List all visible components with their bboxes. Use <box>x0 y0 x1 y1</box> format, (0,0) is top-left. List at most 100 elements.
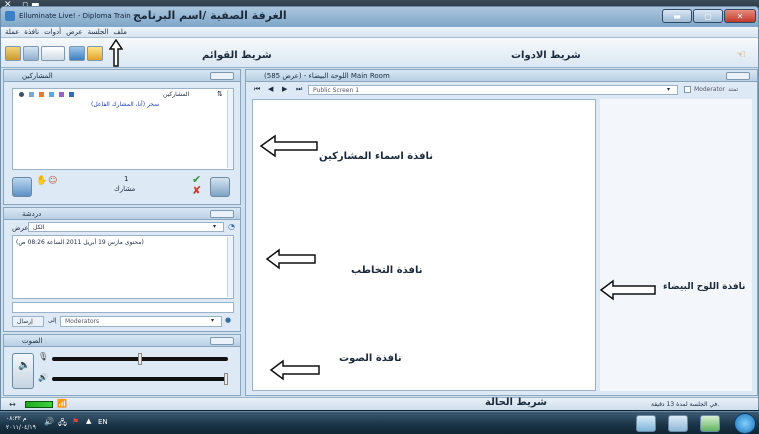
minimize-icon: ▬ <box>673 11 681 21</box>
participants-window-label: نافذة اسماء المشاركين <box>319 151 434 162</box>
send-button[interactable]: إرسال <box>12 316 44 327</box>
close-button[interactable]: ✕ <box>724 9 756 23</box>
tool-icon-1[interactable] <box>5 46 21 61</box>
tools-bar-label: شريط الادوات <box>511 50 581 61</box>
volume-tray-icon[interactable]: 🔊 <box>44 417 54 426</box>
screen-name: Public Screen 1 <box>313 87 360 94</box>
whiteboard-panel: اللوحة البيضاء - (عرض 585) Main Room ⏮ ◀… <box>245 69 758 396</box>
tool-icon-4[interactable] <box>69 46 85 61</box>
chat-scrollbar[interactable] <box>227 237 233 297</box>
whiteboard-icon <box>49 92 54 97</box>
next-screen-icon[interactable]: ▶ <box>282 85 287 93</box>
mic-volume-slider[interactable] <box>52 353 228 365</box>
chat-filter-value: الكل <box>33 224 45 231</box>
audio-arrow-icon <box>269 359 320 381</box>
whiteboard-title: اللوحة البيضاء - (عرض 585) Main Room <box>264 72 390 80</box>
chat-icon <box>39 92 44 97</box>
audio-header: الصوت <box>4 335 240 347</box>
tray-expand-icon[interactable]: ▲ <box>86 417 91 425</box>
menu-item-view[interactable]: عرض <box>66 28 83 36</box>
sort-icon[interactable]: ⇅ <box>217 90 223 98</box>
prev-screen-icon[interactable]: ◀ <box>268 85 273 93</box>
toolbar: شريط القوائم شريط الادوات ☜ <box>1 38 758 68</box>
signal-icon: 📶 <box>57 399 67 408</box>
pencil-icon <box>59 92 64 97</box>
menu-item-window[interactable]: نافذة <box>24 28 39 36</box>
menu-item-file[interactable]: ملف <box>114 28 127 36</box>
connection-meter <box>25 401 53 408</box>
screen-select[interactable]: Public Screen 1 ▾ <box>308 85 678 95</box>
tool-icon-2[interactable] <box>23 46 39 61</box>
mic-level-icon: 🎙 <box>38 352 49 361</box>
moderator-tail: تمتد <box>728 86 739 93</box>
chat-message: (محتوى مارس 19 أبريل 2011 الساعة 08:26 ص… <box>16 239 144 246</box>
status-icon <box>19 92 24 97</box>
menu-items: عملة نافذة أدوات عرض الجلسة ملف <box>5 28 127 36</box>
taskbar: م ٠٨:٣٢ ٢٠١١/٠٤/١٩ 🔊 🖧 ⚑ ▲ EN <box>0 411 759 434</box>
menu-item-currency[interactable]: عملة <box>5 28 19 36</box>
taskbar-clock[interactable]: م ٠٨:٣٢ ٢٠١١/٠٤/١٩ <box>6 414 36 432</box>
recipient-chevron-icon: ▾ <box>211 317 215 324</box>
taskbar-time: م ٠٨:٣٢ <box>6 415 27 422</box>
participants-window-buttons[interactable] <box>210 72 234 80</box>
chevron-down-icon: ▾ <box>213 223 217 230</box>
first-screen-icon[interactable]: ⏮ <box>254 85 260 94</box>
no-icon[interactable]: ✘ <box>192 184 201 197</box>
window-title: Elluminate Live! - Diploma Train <box>19 12 131 20</box>
window-title-overlay: الغرفة الصفية /اسم البرنامج <box>133 9 287 22</box>
minimize-button[interactable]: ▬ <box>662 9 692 23</box>
language-indicator[interactable]: EN <box>98 418 108 426</box>
screen-chevron-icon: ▾ <box>667 86 671 93</box>
hand-icon[interactable]: ☜ <box>736 48 746 61</box>
chat-send-row: إرسال إلى Moderators ▾ ● <box>12 316 234 328</box>
chat-title: دردشة <box>22 210 42 218</box>
status-bar-label: شريط الحالة <box>485 397 547 408</box>
start-button[interactable] <box>734 413 756 434</box>
connection-icon: ↔ <box>9 400 16 409</box>
participant-entry[interactable]: سحر (أنا، المشارك الفاعل) <box>91 101 159 108</box>
speaker-slider-thumb[interactable] <box>224 373 228 385</box>
tool-dropdown-icon[interactable] <box>41 46 65 61</box>
tool-icon-5[interactable] <box>87 46 103 61</box>
menu-bar: عملة نافذة أدوات عرض الجلسة ملف <box>1 27 758 38</box>
participant-count: 1 <box>124 175 129 183</box>
taskbar-app-3[interactable] <box>700 415 720 432</box>
whiteboard-window-buttons[interactable] <box>726 72 750 80</box>
feedback-icon[interactable] <box>12 177 32 197</box>
participants-arrow-icon <box>259 134 318 158</box>
chat-window-buttons[interactable] <box>210 210 234 218</box>
recipient-select[interactable]: Moderators ▾ <box>60 316 222 327</box>
taskbar-app-2[interactable] <box>668 415 688 432</box>
mic-icon <box>29 92 34 97</box>
menu-item-tools[interactable]: أدوات <box>44 28 61 36</box>
participants-footer: ✋ ☺ 1 مشارك ✔ ✘ <box>12 173 234 201</box>
maximize-button[interactable]: ▢ <box>693 9 723 23</box>
app-window: Elluminate Live! - Diploma Train الغرفة … <box>0 6 759 410</box>
menus-up-arrow-icon <box>109 39 123 67</box>
chat-filter-icon[interactable]: ◔ <box>228 222 235 231</box>
flag-tray-icon[interactable]: ⚑ <box>72 417 79 426</box>
taskbar-app-1[interactable] <box>636 415 656 432</box>
chat-input[interactable] <box>12 302 234 313</box>
participants-column-header[interactable]: المشاركين <box>163 91 189 98</box>
talk-button[interactable]: 🔈 <box>12 353 34 389</box>
menu-item-session[interactable]: الجلسة <box>88 28 109 36</box>
whiteboard-window-label: نافذة اللوح البيضاء <box>663 282 746 292</box>
app-share-icon <box>69 92 74 97</box>
speaker-volume-slider[interactable] <box>52 373 228 385</box>
audio-window-buttons[interactable] <box>210 337 234 345</box>
moderator-checkbox[interactable] <box>684 86 691 93</box>
title-bar: Elluminate Live! - Diploma Train الغرفة … <box>1 7 758 27</box>
audio-window-label: نافذة الصوت <box>339 353 402 364</box>
last-screen-icon[interactable]: ⏭ <box>296 85 302 94</box>
hand-raise-icon[interactable]: ✋ <box>36 176 47 186</box>
chat-filter-select[interactable]: الكل ▾ <box>28 222 224 232</box>
chat-panel: دردشة عرض الكل ▾ ◔ (محتوى مارس 19 أبريل … <box>3 207 241 332</box>
step-away-icon[interactable] <box>210 177 230 197</box>
network-tray-icon[interactable]: 🖧 <box>58 417 67 431</box>
speaker-level-icon: 🔊 <box>38 373 48 382</box>
mic-slider-thumb[interactable] <box>138 353 142 365</box>
emotion-icon[interactable]: ☺ <box>48 176 57 186</box>
taskbar-date: ٢٠١١/٠٤/١٩ <box>6 424 36 431</box>
participants-scrollbar[interactable] <box>227 90 233 168</box>
